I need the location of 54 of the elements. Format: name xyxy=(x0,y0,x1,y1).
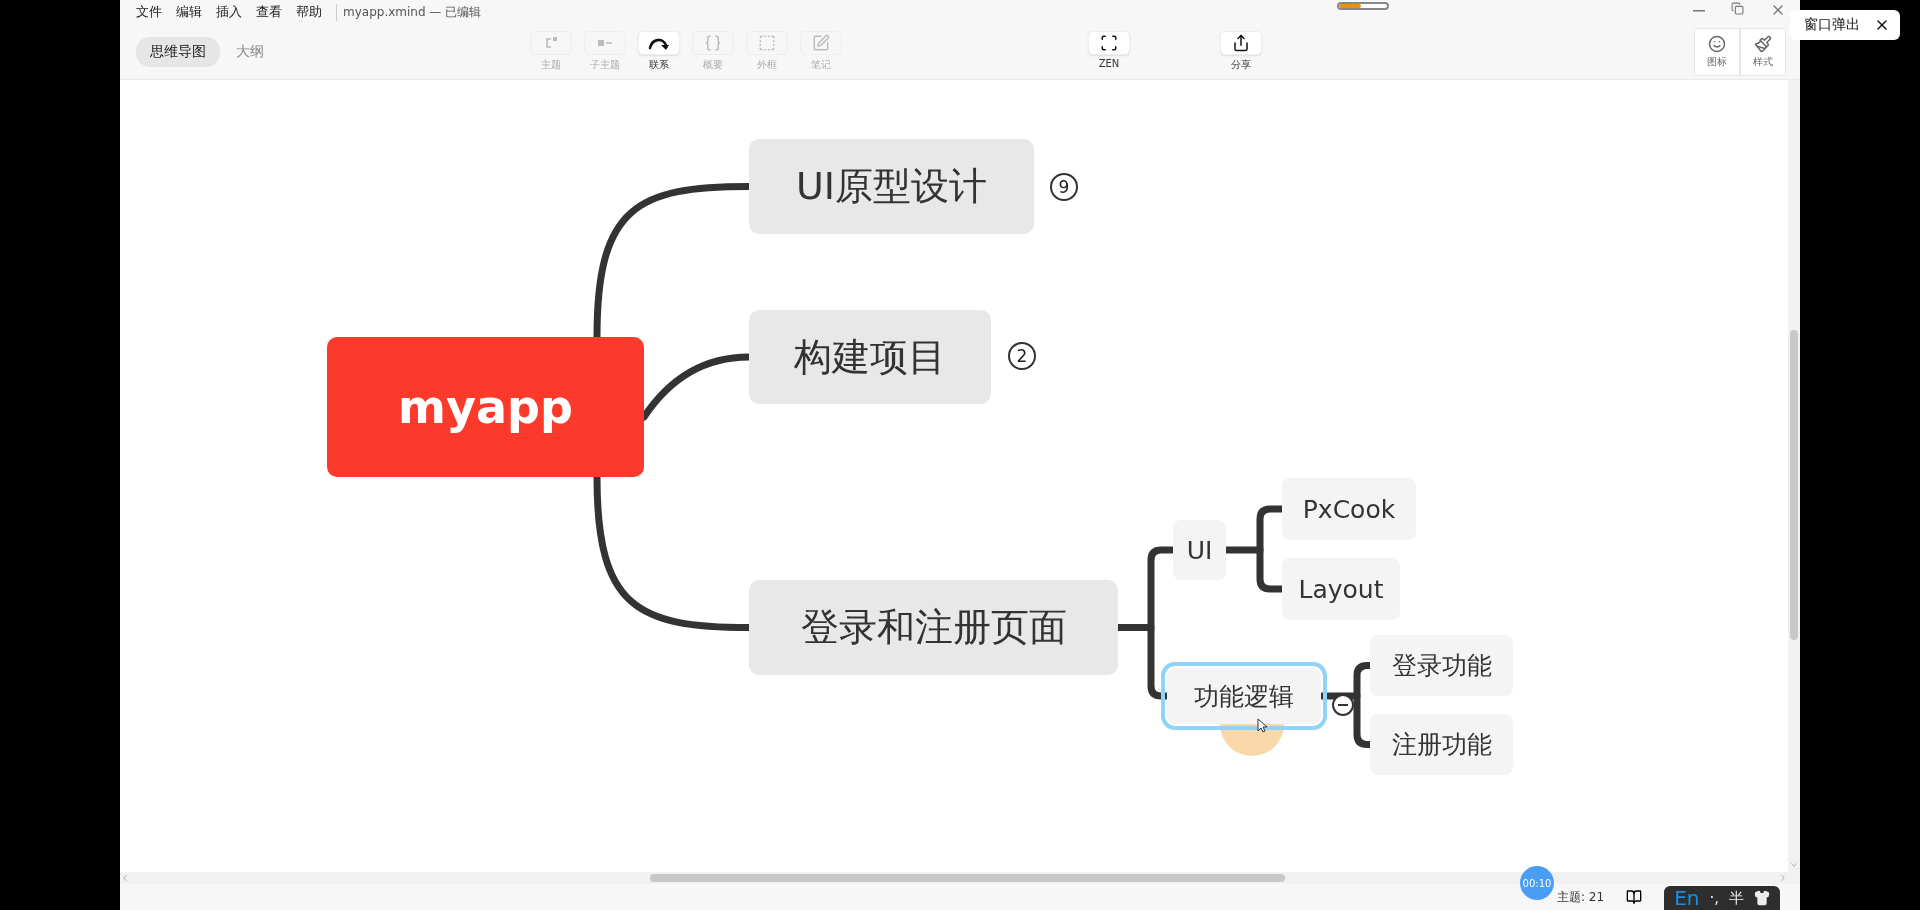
minimize-icon xyxy=(1693,10,1705,12)
ime-item[interactable]: En xyxy=(1674,886,1700,910)
restore-button[interactable] xyxy=(1731,2,1744,18)
toolbar-label: 联系 xyxy=(649,58,669,72)
toolbar-button[interactable] xyxy=(638,31,680,55)
topic-node[interactable]: Layout xyxy=(1282,558,1400,620)
shirt-icon[interactable] xyxy=(1754,890,1770,906)
smile-icon xyxy=(1708,34,1726,53)
cursor-icon xyxy=(1257,718,1267,733)
fullscreen-icon xyxy=(1100,34,1118,52)
toolbar-label: 概要 xyxy=(703,58,723,72)
root-topic-node[interactable]: myapp xyxy=(327,337,644,477)
toolbar-button[interactable] xyxy=(1220,31,1262,55)
scrollbar-thumb[interactable] xyxy=(1790,330,1798,640)
topic-icon xyxy=(544,36,558,50)
pen-square-icon xyxy=(812,34,830,52)
topic-node[interactable]: 注册功能 xyxy=(1370,714,1513,775)
toolbar-label: 笔记 xyxy=(811,58,831,72)
topic-node[interactable]: 登录功能 xyxy=(1370,635,1513,696)
topic-count: 主题: 21 xyxy=(1557,888,1605,906)
dashed-square-icon xyxy=(758,34,776,52)
topic-node[interactable]: 构建项目 xyxy=(749,310,991,404)
toolbar-label: 外框 xyxy=(757,58,777,72)
ime-item[interactable]: ·, xyxy=(1709,889,1719,907)
menu-item[interactable]: 编辑 xyxy=(176,3,202,21)
share-icon xyxy=(1232,34,1250,52)
panel-button[interactable]: 样式 xyxy=(1740,27,1786,76)
menu-item[interactable]: 查看 xyxy=(256,3,282,21)
document-title: myapp.xmind — 已编辑 xyxy=(336,3,482,21)
scrollbar-thumb[interactable] xyxy=(650,874,1285,882)
menu-item[interactable]: 帮助 xyxy=(296,3,322,21)
toolbar-button[interactable] xyxy=(1088,31,1130,55)
topic-node[interactable]: UI xyxy=(1173,520,1226,580)
toolbar-label: 主题 xyxy=(541,58,561,72)
menu-item[interactable]: 文件 xyxy=(136,3,162,21)
minus-icon xyxy=(1338,704,1348,706)
collapsed-count[interactable]: 2 xyxy=(1008,342,1036,370)
ime-item[interactable]: 半 xyxy=(1729,888,1744,908)
popup-label: 窗口弹出 xyxy=(1804,16,1860,34)
collapse-toggle[interactable] xyxy=(1332,694,1354,716)
topic-node[interactable]: UI原型设计 xyxy=(749,139,1034,234)
menu-item[interactable]: 插入 xyxy=(216,3,242,21)
brush-icon xyxy=(1754,34,1772,53)
book-icon[interactable] xyxy=(1626,889,1643,905)
view-tab[interactable]: 思维导图 xyxy=(136,36,220,67)
topic-node[interactable]: 登录和注册页面 xyxy=(749,580,1118,675)
topic-node[interactable]: PxCook xyxy=(1282,478,1416,540)
toolbar-label: ZEN xyxy=(1098,58,1120,69)
subtopic-icon xyxy=(597,38,613,48)
collapsed-count[interactable]: 9 xyxy=(1050,173,1078,201)
toolbar-label: 分享 xyxy=(1231,58,1251,72)
toolbar-label: 子主题 xyxy=(590,58,620,72)
panel-button[interactable]: 图标 xyxy=(1694,27,1740,76)
braces-icon xyxy=(704,34,722,52)
